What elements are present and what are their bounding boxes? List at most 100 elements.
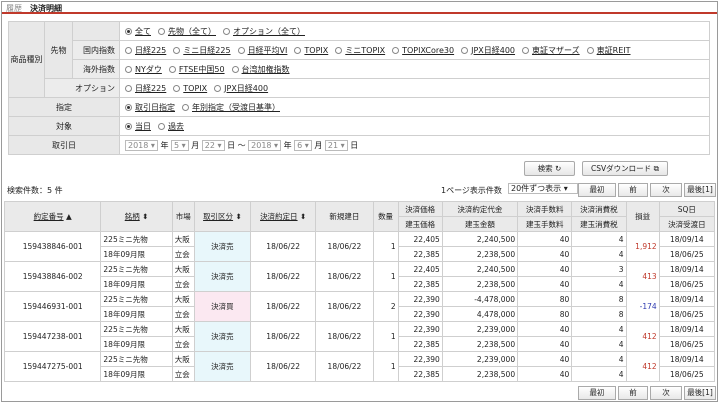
radio-icon[interactable] [586, 46, 594, 54]
sq-date: 18/09/14 [658, 261, 716, 277]
radio-icon[interactable] [168, 65, 176, 73]
radio-icon[interactable] [173, 84, 181, 92]
radio-icon[interactable] [335, 46, 343, 54]
domestic-option[interactable]: 東証マザーズ [522, 46, 580, 55]
build-tax: 4 [571, 366, 627, 382]
domestic-option[interactable]: 日経225 [125, 46, 166, 55]
radio-icon[interactable] [237, 46, 245, 54]
search-button[interactable]: 検索 ↻ [524, 161, 575, 176]
per-page-label: 1ページ表示件数 [441, 186, 502, 195]
delivery-date: 18/06/25 [658, 306, 716, 322]
product-type-option[interactable]: 全て [125, 27, 151, 36]
domestic-option[interactable]: ミニTOPIX [335, 46, 385, 55]
refresh-icon: ↻ [555, 164, 562, 173]
col-order-no[interactable]: 約定番号 ▲ [3, 201, 102, 232]
col-trade-type[interactable]: 取引区分 ⬍ [193, 201, 252, 232]
domestic-option[interactable]: JPX日経400 [461, 46, 515, 55]
radio-icon[interactable] [182, 103, 189, 111]
per-page-select[interactable]: 20件ずつ表示 ▾ [508, 183, 578, 194]
build-fee: 40 [517, 276, 573, 292]
product-type-options: 全て 先物（全て） オプション（全て） [119, 21, 710, 41]
overseas-option[interactable]: 台湾加権指数 [231, 65, 290, 74]
build-amount: 4,478,000 [441, 306, 519, 322]
overseas-index-options: NYダウ FTSE中国50 台湾加権指数 [119, 59, 710, 79]
exec-tax: 3 [571, 261, 627, 277]
col-symbol[interactable]: 銘柄 ⬍ [100, 201, 173, 232]
exec-price: 22,390 [397, 291, 443, 307]
quantity: 2 [372, 291, 399, 322]
build-amount: 2,238,500 [441, 246, 519, 262]
to-year-select[interactable]: 2018 ▾ [248, 139, 282, 151]
table-row[interactable]: 159446931-001 225ミニ先物 大阪 決済買 18/06/22 18/06/2… [3, 291, 716, 322]
radio-icon[interactable] [125, 65, 132, 73]
to-month-select[interactable]: 6 ▾ [294, 139, 312, 151]
pager-prev-button[interactable]: 前 [618, 386, 648, 400]
domestic-option[interactable]: 東証REIT [586, 46, 631, 55]
csv-download-button[interactable]: CSVダウンロード ⧉ [582, 161, 668, 176]
target-option[interactable]: 当日 [125, 122, 151, 131]
new-date: 18/06/22 [315, 231, 374, 262]
domestic-option[interactable]: 日経平均VI [237, 46, 287, 55]
table-row[interactable]: 159447238-001 225ミニ先物 大阪 決済売 18/06/22 18/06/2… [3, 321, 716, 352]
from-month-select[interactable]: 5 ▾ [171, 139, 189, 151]
spec-option[interactable]: 取引日指定 [125, 103, 175, 112]
radio-icon[interactable] [231, 65, 239, 73]
from-year-select[interactable]: 2018 ▾ [125, 139, 158, 151]
table-row[interactable]: 159438846-002 225ミニ先物 大阪 決済売 18/06/22 18/06/2… [3, 261, 716, 292]
domestic-option[interactable]: TOPIX [294, 46, 328, 55]
radio-icon[interactable] [214, 84, 222, 92]
radio-icon[interactable] [125, 84, 132, 92]
pager-prev-button[interactable]: 前 [618, 183, 648, 197]
market-session: 立会 [171, 366, 195, 382]
profit-loss: 413 [625, 261, 660, 292]
table-row[interactable]: 159438846-001 225ミニ先物 大阪 決済売 18/06/22 18/06/2… [3, 231, 716, 262]
pager-last-button[interactable]: 最後[1] [684, 386, 716, 400]
option-option[interactable]: JPX日経400 [214, 84, 268, 93]
symbol-name: 225ミニ先物 [100, 351, 173, 367]
spec-label: 指定 [8, 97, 120, 117]
pager-next-button[interactable]: 次 [650, 386, 682, 400]
domestic-option[interactable]: ミニ日経225 [173, 46, 231, 55]
target-option[interactable]: 過去 [158, 122, 184, 131]
radio-icon[interactable] [125, 46, 132, 54]
overseas-option[interactable]: FTSE中国50 [168, 65, 225, 74]
exec-amount: 2,240,500 [441, 261, 519, 277]
product-type-option[interactable]: 先物（全て） [158, 27, 216, 36]
spec-option[interactable]: 年別指定（受渡日基準） [182, 103, 280, 112]
radio-icon[interactable] [461, 46, 469, 54]
pager-first-button[interactable]: 最初 [578, 183, 616, 197]
radio-icon[interactable] [158, 27, 165, 35]
col-amount: 決済約定代金 [441, 201, 519, 217]
radio-icon[interactable] [522, 46, 530, 54]
col-build-price: 建玉価格 [397, 216, 443, 232]
build-price: 22,390 [397, 306, 443, 322]
pager-last-button[interactable]: 最後[1] [684, 183, 716, 197]
radio-icon[interactable] [125, 122, 132, 130]
radio-icon[interactable] [223, 27, 230, 35]
radio-icon[interactable] [173, 46, 181, 54]
option-option[interactable]: TOPIX [173, 84, 207, 93]
radio-icon[interactable] [158, 122, 165, 130]
symbol-name: 225ミニ先物 [100, 321, 173, 337]
domestic-option[interactable]: TOPIXCore30 [392, 46, 454, 55]
col-exec-date[interactable]: 決済約定日 ⬍ [250, 201, 317, 232]
pager-first-button[interactable]: 最初 [578, 386, 616, 400]
build-tax: 4 [571, 336, 627, 352]
option-option[interactable]: 日経225 [125, 84, 166, 93]
profit-loss: 412 [625, 321, 660, 352]
table-row[interactable]: 159447275-001 225ミニ先物 大阪 決済売 18/06/22 18/06/2… [3, 351, 716, 382]
copy-icon: ⧉ [653, 164, 659, 173]
filter-form: 商品種別 先物 全て 先物（全て） オプション（全て） 国内指数 日経225 ミニ日経… [8, 21, 710, 155]
results-table: 約定番号 ▲ 銘柄 ⬍ 市場 取引区分 ⬍ 決済約定日 ⬍ 新規建日 数量 決済… [3, 201, 716, 382]
pager-next-button[interactable]: 次 [650, 183, 682, 197]
overseas-option[interactable]: NYダウ [125, 65, 162, 74]
radio-icon[interactable] [294, 46, 302, 54]
radio-icon[interactable] [125, 103, 132, 111]
from-day-select[interactable]: 22 ▾ [201, 139, 225, 151]
to-day-select[interactable]: 21 ▾ [324, 139, 348, 151]
radio-icon[interactable] [392, 46, 400, 54]
col-build-amount: 建玉金額 [441, 216, 519, 232]
market-name: 大阪 [171, 321, 195, 337]
product-type-option[interactable]: オプション（全て） [223, 27, 305, 36]
radio-icon[interactable] [125, 27, 132, 35]
